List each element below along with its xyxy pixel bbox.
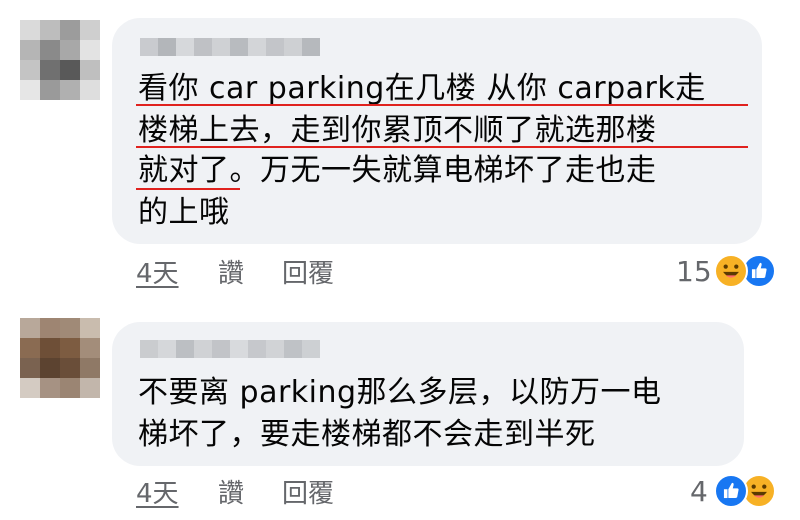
avatar[interactable] xyxy=(20,318,100,398)
reply-button[interactable]: 回覆 xyxy=(282,478,334,510)
comment-text-line: 看你 car parking在几楼 从你 carpark走 xyxy=(138,71,706,106)
author-name[interactable] xyxy=(140,340,320,358)
highlight-underline xyxy=(136,188,240,190)
reaction-count[interactable]: 4 xyxy=(690,476,708,508)
reply-button[interactable]: 回覆 xyxy=(282,258,334,290)
avatar[interactable] xyxy=(20,20,100,100)
comment-text-line: 楼梯上去，走到你累顶不顺了就选那楼 xyxy=(138,113,657,148)
like-icon[interactable] xyxy=(714,474,748,508)
like-button[interactable]: 讚 xyxy=(218,478,244,510)
comment-timestamp[interactable]: 4天 xyxy=(136,258,179,290)
like-button[interactable]: 讚 xyxy=(218,258,244,290)
comment-text-line: 就对了。万无一失就算电梯坏了走也走 xyxy=(138,153,657,188)
reaction-count[interactable]: 15 xyxy=(676,256,712,288)
highlight-underline xyxy=(136,104,748,106)
haha-icon[interactable] xyxy=(714,254,748,288)
highlight-underline xyxy=(136,146,748,148)
author-name[interactable] xyxy=(140,38,320,56)
comment-text-line: 不要离 parking那么多层，以防万一电 xyxy=(138,375,662,410)
comment-text-line: 梯坏了，要走楼梯都不会走到半死 xyxy=(138,417,596,452)
comment-text-line: 的上哦 xyxy=(138,195,230,230)
comment-timestamp[interactable]: 4天 xyxy=(136,478,179,510)
